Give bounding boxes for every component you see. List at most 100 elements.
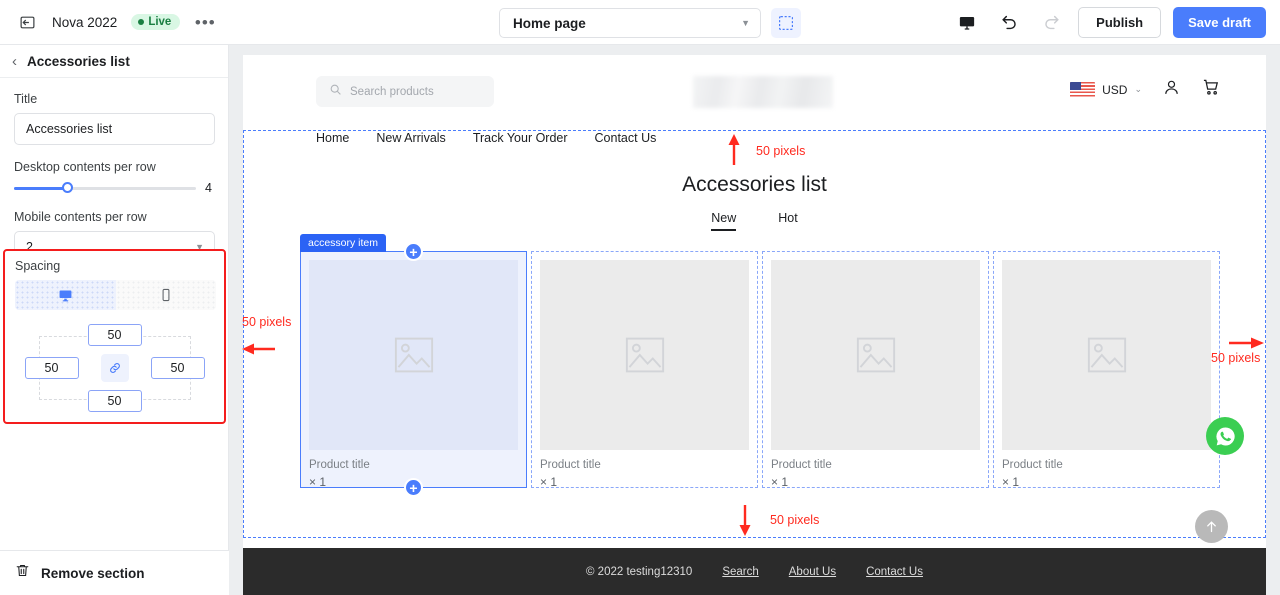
search-input[interactable]: Search products — [316, 76, 494, 107]
spacing-label: Spacing — [15, 259, 61, 273]
topbar-right-group: Publish Save draft — [952, 7, 1266, 38]
panel-title: Accessories list — [27, 53, 130, 69]
user-account-icon[interactable] — [1162, 78, 1181, 102]
add-below-handle[interactable]: + — [404, 478, 423, 497]
live-status-badge: Live — [131, 14, 181, 30]
spacing-annotation-top: 50 pixels — [756, 144, 806, 158]
product-image-placeholder — [540, 260, 749, 450]
chevron-down-icon: ▼ — [741, 18, 750, 28]
product-image-placeholder — [309, 260, 518, 450]
spacing-right-input[interactable]: 50 — [150, 357, 205, 379]
spacing-inputs: 50 50 50 50 — [24, 324, 205, 412]
product-title: Product title — [540, 459, 601, 471]
desktop-preview-icon[interactable] — [952, 8, 982, 38]
product-quantity: × 1 — [1002, 475, 1020, 489]
link-chain-icon[interactable] — [100, 354, 129, 382]
nav-item-track-your-order[interactable]: Track Your Order — [473, 131, 568, 145]
publish-button[interactable]: Publish — [1078, 7, 1162, 38]
spacing-top-input[interactable]: 50 — [87, 324, 142, 346]
footer-copyright: © 2022 testing12310 — [586, 565, 693, 578]
section-tabs: New Hot — [243, 211, 1266, 231]
currency-selector[interactable]: USD ⌄ — [1070, 82, 1142, 97]
footer-link-search[interactable]: Search — [722, 566, 758, 578]
product-card[interactable]: Product title × 1 — [762, 251, 989, 489]
more-options-button[interactable]: ••• — [190, 7, 220, 37]
product-image-placeholder — [771, 260, 980, 450]
spacing-arrow-right — [1229, 337, 1264, 349]
add-above-handle[interactable]: + — [404, 242, 423, 261]
tab-new[interactable]: New — [711, 211, 737, 231]
desktop-icon[interactable] — [15, 280, 116, 310]
store-header: Search products USD ⌄ Home New Arrivals … — [243, 55, 1266, 145]
spacing-device-toggle[interactable] — [15, 280, 216, 310]
page-selector-value: Home page — [513, 15, 586, 31]
spacing-left-input[interactable]: 50 — [24, 357, 79, 379]
footer-link-about-us[interactable]: About Us — [789, 566, 836, 578]
editor-canvas: Search products USD ⌄ Home New Arrivals … — [229, 45, 1280, 595]
desktop-per-row-value: 4 — [205, 181, 212, 195]
slider-thumb[interactable] — [62, 182, 73, 193]
nav-item-home[interactable]: Home — [316, 131, 349, 145]
store-logo-placeholder — [693, 76, 833, 108]
store-footer: © 2022 testing12310 Search About Us Cont… — [243, 548, 1266, 595]
topbar-center-group: Home page ▼ — [499, 8, 801, 38]
accessory-item-tag: accessory item — [300, 234, 387, 252]
spacing-arrow-bottom — [739, 505, 751, 536]
product-title: Product title — [1002, 459, 1063, 471]
spacing-arrow-top — [728, 134, 740, 165]
page-preview: Search products USD ⌄ Home New Arrivals … — [243, 55, 1266, 595]
slider-fill — [14, 186, 69, 190]
spacing-annotation-bottom: 50 pixels — [770, 513, 820, 527]
page-selector[interactable]: Home page ▼ — [499, 8, 761, 38]
search-icon — [329, 83, 342, 101]
project-name: Nova 2022 — [52, 14, 118, 30]
mobile-per-row-label: Mobile contents per row — [14, 210, 147, 224]
spacing-annotation-left: 50 pixels — [242, 315, 292, 329]
tab-hot[interactable]: Hot — [778, 211, 797, 231]
slider-track[interactable] — [14, 182, 196, 193]
trash-icon — [15, 563, 30, 583]
remove-section-label: Remove section — [41, 565, 145, 581]
title-input[interactable] — [14, 113, 215, 145]
live-label: Live — [148, 16, 172, 28]
store-header-actions: USD ⌄ — [1070, 77, 1221, 102]
back-arrow-icon[interactable] — [12, 7, 42, 37]
top-bar: Nova 2022 Live ••• Home page ▼ Publish S… — [0, 0, 1280, 45]
chevron-down-icon: ⌄ — [1134, 84, 1142, 94]
remove-section-button[interactable]: Remove section — [0, 550, 229, 595]
settings-sidebar: ‹ Accessories list Title Desktop content… — [0, 45, 229, 595]
save-draft-button[interactable]: Save draft — [1173, 7, 1266, 38]
search-placeholder: Search products — [350, 85, 434, 98]
desktop-per-row-slider[interactable]: 4 — [14, 181, 214, 195]
store-nav: Home New Arrivals Track Your Order Conta… — [316, 131, 656, 145]
title-field-label: Title — [14, 92, 38, 106]
footer-link-contact-us[interactable]: Contact Us — [866, 566, 923, 578]
mobile-icon[interactable] — [115, 280, 216, 310]
product-quantity: × 1 — [540, 475, 558, 489]
arrow-up-icon[interactable] — [1195, 510, 1228, 543]
product-quantity: × 1 — [771, 475, 789, 489]
redo-icon[interactable] — [1036, 8, 1066, 38]
product-image-placeholder — [1002, 260, 1211, 450]
sidebar-header: ‹ Accessories list — [0, 45, 228, 78]
whatsapp-icon[interactable] — [1206, 417, 1244, 455]
spacing-annotation-right: 50 pixels — [1211, 351, 1261, 365]
product-grid: accessory item + + Product title × 1 Pro… — [300, 234, 1220, 497]
undo-icon[interactable] — [994, 8, 1024, 38]
topbar-left-group: Nova 2022 Live ••• — [0, 7, 220, 37]
currency-value: USD — [1102, 82, 1128, 97]
shopping-cart-icon[interactable] — [1201, 77, 1221, 102]
spacing-bottom-input[interactable]: 50 — [87, 390, 142, 412]
nav-item-contact-us[interactable]: Contact Us — [595, 131, 657, 145]
spacing-settings-group: Spacing 50 50 50 50 — [3, 249, 226, 424]
us-flag-icon — [1070, 82, 1096, 97]
nav-item-new-arrivals[interactable]: New Arrivals — [376, 131, 445, 145]
product-title: Product title — [771, 459, 832, 471]
product-card[interactable]: Product title × 1 — [993, 251, 1220, 489]
product-card[interactable]: Product title × 1 — [531, 251, 758, 489]
sidebar-body: Title Desktop contents per row 4 Mobile … — [0, 78, 228, 263]
spacing-arrow-left — [242, 343, 275, 355]
product-card[interactable]: accessory item + + Product title × 1 — [300, 234, 527, 497]
select-area-icon[interactable] — [771, 8, 801, 38]
chevron-left-icon[interactable]: ‹ — [12, 54, 17, 69]
